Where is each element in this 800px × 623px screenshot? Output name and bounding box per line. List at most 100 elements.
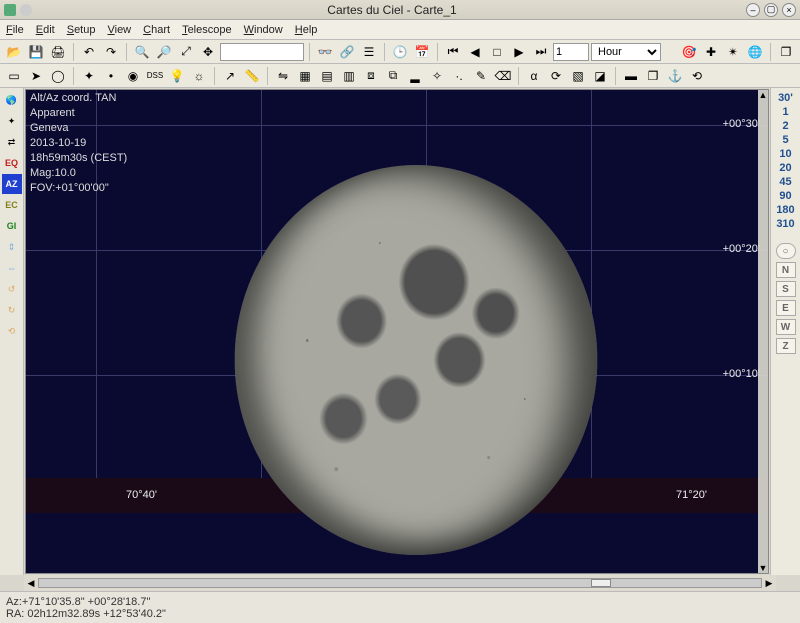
palette-icon[interactable]: ▧ <box>568 66 588 86</box>
maximize-button[interactable]: ▢ <box>764 3 778 17</box>
dir-n-button[interactable]: N <box>776 262 796 278</box>
crosshair-icon[interactable]: ✚ <box>701 42 721 62</box>
pan-lr-icon[interactable]: ⇔ <box>2 258 22 278</box>
center-icon[interactable]: ✥ <box>198 42 218 62</box>
clock-icon[interactable]: 🕒 <box>390 42 410 62</box>
open-icon[interactable]: 📂 <box>4 42 24 62</box>
pointer-tool-icon[interactable]: ➤ <box>26 66 46 86</box>
globe-icon[interactable]: 🌐 <box>745 42 765 62</box>
bulb-icon[interactable]: ☼ <box>189 66 209 86</box>
dir-w-button[interactable]: W <box>776 319 796 335</box>
rotate-free-icon[interactable]: ⟲ <box>2 321 22 341</box>
stars-icon[interactable]: ✦ <box>79 66 99 86</box>
menu-telescope[interactable]: Telescope <box>182 24 232 36</box>
print-icon[interactable]: 🖨 <box>48 42 68 62</box>
fov-20[interactable]: 20 <box>779 162 791 174</box>
undo-icon[interactable]: ↶ <box>79 42 99 62</box>
fov-45[interactable]: 45 <box>779 176 791 188</box>
eraser-icon[interactable]: ⌫ <box>493 66 513 86</box>
fov-30m[interactable]: 30' <box>778 92 793 104</box>
grid-alt-icon[interactable]: ▤ <box>317 66 337 86</box>
rotate-cw-icon[interactable]: ↻ <box>2 300 22 320</box>
moon-object[interactable] <box>235 165 598 555</box>
labels-icon[interactable]: ·. <box>449 66 469 86</box>
sync-icon[interactable]: ⟲ <box>687 66 707 86</box>
time-stop-icon[interactable]: □ <box>487 42 507 62</box>
binoculars-icon[interactable]: 👓 <box>315 42 335 62</box>
time-last-icon[interactable]: ⏭ <box>531 42 551 62</box>
dot-icon[interactable]: • <box>101 66 121 86</box>
flip-h-icon[interactable]: ⇋ <box>273 66 293 86</box>
palette2-icon[interactable]: ◪ <box>590 66 610 86</box>
minimize-button[interactable]: – <box>746 3 760 17</box>
lamp-icon[interactable]: 💡 <box>167 66 187 86</box>
time-unit-select[interactable]: Hour <box>591 43 661 61</box>
time-first-icon[interactable]: ⏮ <box>443 42 463 62</box>
coord-gl-button[interactable]: GI <box>2 216 22 236</box>
menu-chart[interactable]: Chart <box>143 24 170 36</box>
compass-icon[interactable]: ○ <box>776 243 796 259</box>
link-icon[interactable]: 🔗 <box>337 42 357 62</box>
earth-icon[interactable]: 🌎 <box>2 90 22 110</box>
window-restore-icon[interactable]: ❐ <box>776 42 796 62</box>
fov-1[interactable]: 1 <box>782 106 788 118</box>
time-step-input[interactable] <box>553 43 589 61</box>
hscroll-right-icon[interactable]: ▶ <box>762 576 776 590</box>
double-dot-icon[interactable]: ◉ <box>123 66 143 86</box>
calendar-icon[interactable]: 📅 <box>412 42 432 62</box>
star-icon[interactable]: ✦ <box>2 111 22 131</box>
save-icon[interactable]: 💾 <box>26 42 46 62</box>
arrow-tool-icon[interactable]: ↗ <box>220 66 240 86</box>
panel-icon[interactable]: ▬ <box>621 66 641 86</box>
list-icon[interactable]: ☰ <box>359 42 379 62</box>
zoom-out-icon[interactable]: 🔎 <box>154 42 174 62</box>
menu-help[interactable]: Help <box>295 24 318 36</box>
link2-icon[interactable]: ❐ <box>643 66 663 86</box>
redo-icon[interactable]: ↷ <box>101 42 121 62</box>
time-back-icon[interactable]: ◀ <box>465 42 485 62</box>
constellation-bounds-icon[interactable]: ⧉ <box>383 66 403 86</box>
vscroll-down-icon[interactable]: ▼ <box>758 563 768 573</box>
scope-icon[interactable]: ✴ <box>723 42 743 62</box>
rotate-ccw-icon[interactable]: ↺ <box>2 279 22 299</box>
circle-tool-icon[interactable]: ◯ <box>48 66 68 86</box>
swap-icon[interactable]: ⇄ <box>2 132 22 152</box>
close-button[interactable]: × <box>782 3 796 17</box>
grid-eq-icon[interactable]: ▦ <box>295 66 315 86</box>
horizon-icon[interactable]: ▂ <box>405 66 425 86</box>
menu-view[interactable]: View <box>107 24 131 36</box>
fov-90[interactable]: 90 <box>779 190 791 202</box>
hscroll-thumb[interactable] <box>591 579 611 587</box>
pencil-icon[interactable]: ✎ <box>471 66 491 86</box>
rect-tool-icon[interactable]: ▭ <box>4 66 24 86</box>
grid-az-icon[interactable]: ▥ <box>339 66 359 86</box>
coord-az-button[interactable]: AZ <box>2 174 22 194</box>
pan-up-icon[interactable]: ⇕ <box>2 237 22 257</box>
dir-z-button[interactable]: Z <box>776 338 796 354</box>
dss-button[interactable]: DSS <box>145 66 165 86</box>
target-icon[interactable]: 🎯 <box>679 42 699 62</box>
hscroll-left-icon[interactable]: ◀ <box>24 576 38 590</box>
fov-180[interactable]: 180 <box>776 204 794 216</box>
fov-310[interactable]: 310 <box>776 218 794 230</box>
dir-s-button[interactable]: S <box>776 281 796 297</box>
zoom-in-icon[interactable]: 🔍 <box>132 42 152 62</box>
horizontal-scrollbar[interactable]: ◀ ▶ <box>24 575 776 591</box>
anchor-icon[interactable]: ⚓ <box>665 66 685 86</box>
refresh-icon[interactable]: ⟳ <box>546 66 566 86</box>
menu-window[interactable]: Window <box>244 24 283 36</box>
dir-e-button[interactable]: E <box>776 300 796 316</box>
milkyway-icon[interactable]: ✧ <box>427 66 447 86</box>
constellation-lines-icon[interactable]: ⧈ <box>361 66 381 86</box>
sky-chart[interactable]: +00°30' +00°20' +00°10' +00°00' 70°40' 7… <box>25 89 769 574</box>
fov-5[interactable]: 5 <box>782 134 788 146</box>
search-input[interactable] <box>220 43 304 61</box>
menu-edit[interactable]: Edit <box>36 24 55 36</box>
menu-file[interactable]: File <box>6 24 24 36</box>
menu-setup[interactable]: Setup <box>67 24 96 36</box>
time-play-icon[interactable]: ▶ <box>509 42 529 62</box>
fov-2[interactable]: 2 <box>782 120 788 132</box>
alpha-icon[interactable]: α <box>524 66 544 86</box>
fit-icon[interactable]: ⤢ <box>176 42 196 62</box>
vscroll-up-icon[interactable]: ▲ <box>758 90 768 100</box>
